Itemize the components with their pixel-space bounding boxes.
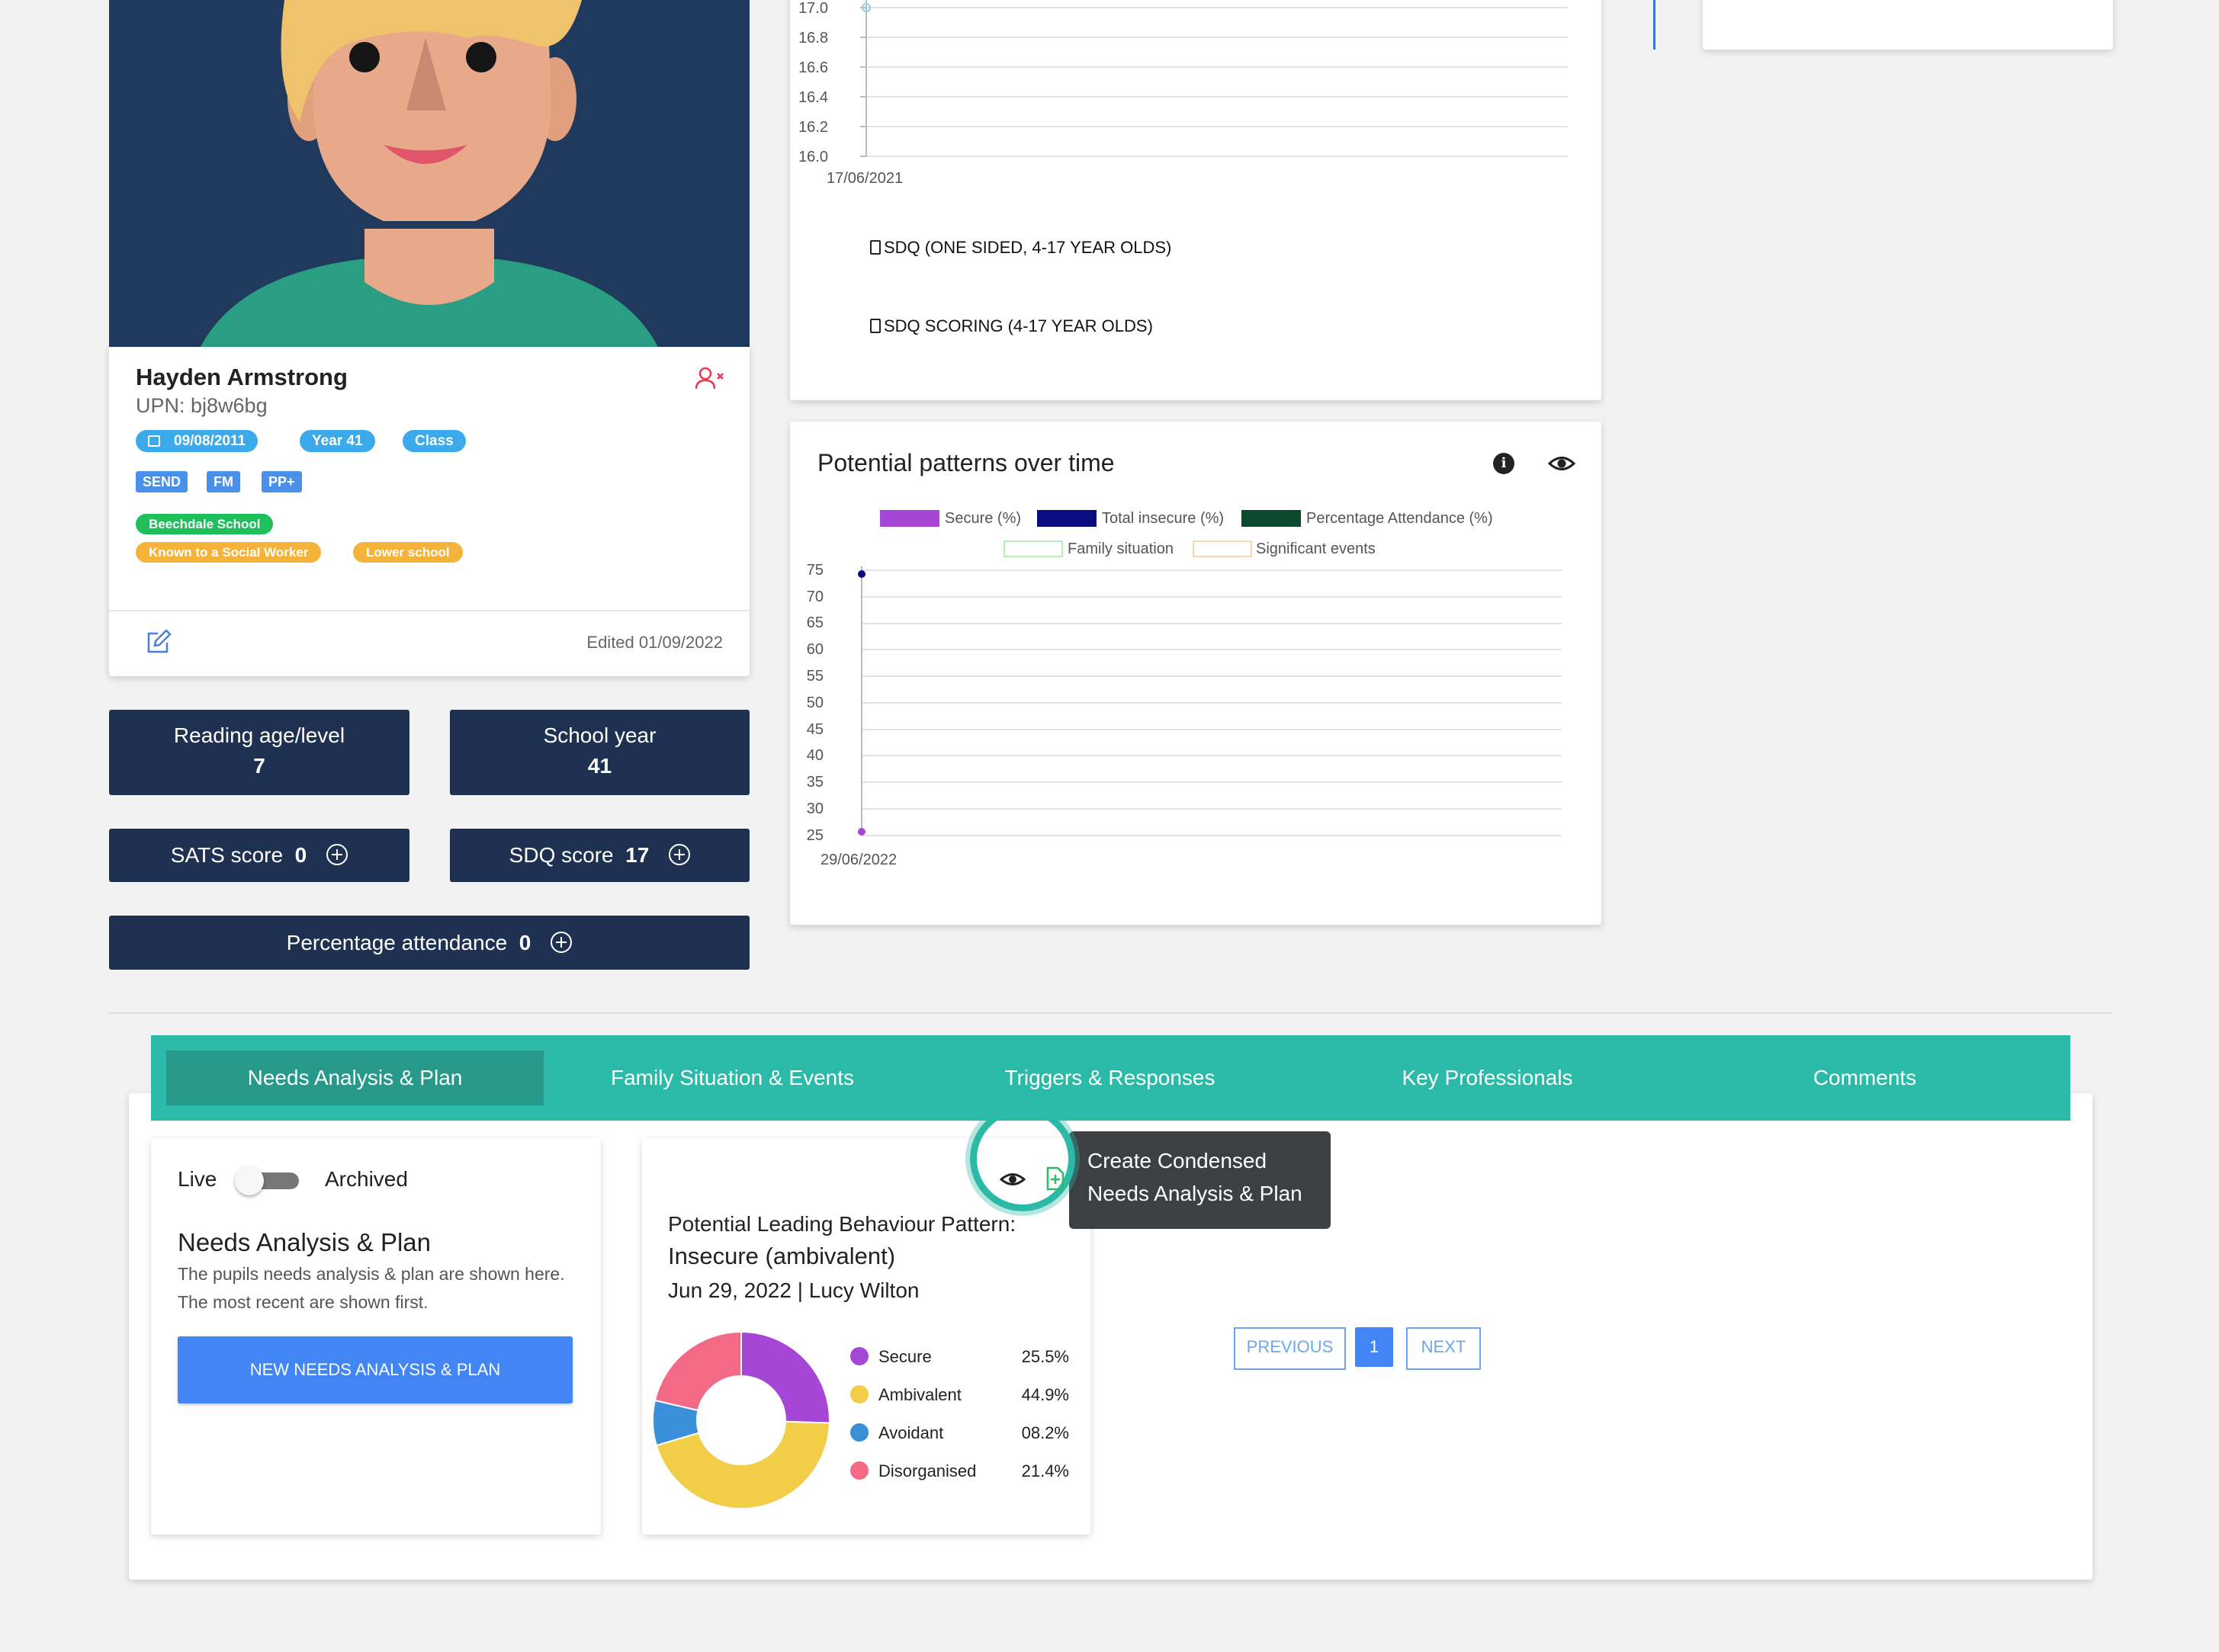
tab-comments[interactable]: Comments (1676, 1035, 2054, 1121)
plan-date-author: Jun 29, 2022 | Lucy Wilton (668, 1278, 920, 1302)
plan-heading: Potential Leading Behaviour Pattern: (668, 1212, 1016, 1236)
attendance-box: Percentage attendance 0 (109, 916, 750, 970)
pdf-icon (870, 319, 881, 333)
calendar-icon (148, 435, 160, 447)
page-1-button[interactable]: 1 (1355, 1327, 1393, 1367)
sdq-pdf-link[interactable]: SDQ (ONE SIDED, 4-17 YEAR OLDS) (870, 238, 1171, 258)
add-attendance-icon[interactable] (551, 932, 573, 953)
timeline-line (1653, 0, 1655, 50)
reading-age-box: Reading age/level 7 (109, 710, 409, 795)
pupil-upn: UPN: bj8w6bg (136, 394, 268, 417)
needs-card: Live Archived Needs Analysis & Plan The … (151, 1138, 601, 1535)
pp-badge: PP+ (262, 471, 302, 492)
send-badge: SEND (136, 471, 188, 492)
donut-slice-disorganised (653, 1330, 742, 1412)
sats-score-box: SATS score 0 (109, 829, 409, 882)
dob-badge: 09/08/2011 (136, 430, 259, 452)
section-divider (109, 1012, 2113, 1014)
remove-user-icon[interactable] (695, 366, 725, 390)
legend-value: 25.5% (1021, 1347, 1069, 1366)
add-sdq-icon[interactable] (669, 844, 691, 865)
school-year-box: School year 41 (450, 710, 750, 795)
legend-row-secure: Secure 25.5% (848, 1346, 1069, 1384)
plan-pattern: Insecure (ambivalent) (668, 1243, 896, 1269)
legend-value: 08.2% (1021, 1423, 1069, 1442)
fm-badge: FM (207, 471, 240, 492)
live-label: Live (178, 1167, 217, 1191)
archived-label: Archived (325, 1167, 408, 1191)
secure-data-point (858, 828, 865, 836)
pdf-icon (870, 240, 881, 255)
create-condensed-tooltip: Create Condensed Needs Analysis & Plan (1069, 1131, 1331, 1229)
secure-dot (850, 1347, 869, 1365)
legend-name: Disorganised (878, 1461, 977, 1480)
legend-value: 44.9% (1021, 1385, 1069, 1404)
legend-name: Avoidant (878, 1423, 944, 1442)
pupil-name: Hayden Armstrong (136, 364, 348, 390)
card-divider (109, 610, 750, 611)
tab-needs-analysis[interactable]: Needs Analysis & Plan (166, 1051, 544, 1105)
lower-school-badge: Lower school (353, 542, 463, 563)
class-badge: Class (403, 430, 466, 452)
year-badge: Year 41 (300, 430, 375, 452)
legend-value: 21.4% (1021, 1461, 1069, 1480)
legend-name: Ambivalent (878, 1385, 962, 1404)
disorganised-dot (850, 1461, 869, 1480)
create-document-icon[interactable] (1046, 1166, 1065, 1191)
view-plan-eye-icon[interactable] (999, 1169, 1026, 1189)
pattern-donut-chart (652, 1330, 830, 1509)
legend-row-avoidant: Avoidant 08.2% (848, 1422, 1069, 1460)
patterns-chart-card: Potential patterns over time i Secure (%… (790, 422, 1601, 925)
sdq-scoring-pdf-link[interactable]: SDQ SCORING (4-17 YEAR OLDS) (870, 316, 1153, 336)
school-badge: Beechdale School (136, 514, 274, 534)
social-worker-badge: Known to a Social Worker (136, 542, 322, 563)
highlight-ring (970, 1106, 1075, 1211)
live-archived-toggle[interactable] (235, 1166, 299, 1195)
needs-title: Needs Analysis & Plan (178, 1228, 432, 1256)
add-sats-icon[interactable] (326, 844, 348, 865)
sdq-plot (860, 0, 1568, 157)
edit-icon[interactable] (146, 629, 172, 655)
sdq-x-label: 17/06/2021 (827, 170, 904, 187)
new-needs-analysis-button[interactable]: NEW NEEDS ANALYSIS & PLAN (178, 1336, 573, 1403)
edited-date: Edited 01/09/2022 (586, 633, 723, 652)
avoidant-dot (850, 1423, 869, 1442)
patterns-x-label: 29/06/2022 (820, 852, 898, 868)
next-page-button[interactable]: NEXT (1406, 1327, 1481, 1370)
pie-legend: Secure 25.5% Ambivalent 44.9% Avoidant 0… (848, 1346, 1069, 1498)
tab-bar: Needs Analysis & Plan Family Situation &… (151, 1035, 2070, 1121)
profile-card: Hayden Armstrong UPN: bj8w6bg 09/08/2011… (109, 347, 750, 676)
sdq-score-box: SDQ score 17 (450, 829, 750, 882)
legend-row-ambivalent: Ambivalent 44.9% (848, 1384, 1069, 1422)
legend-name: Secure (878, 1347, 932, 1366)
tab-triggers[interactable]: Triggers & Responses (921, 1035, 1299, 1121)
donut-slice-secure (740, 1330, 830, 1424)
sidebar-card (1703, 0, 2113, 50)
previous-page-button[interactable]: PREVIOUS (1234, 1327, 1346, 1370)
tab-family-situation[interactable]: Family Situation & Events (544, 1035, 921, 1121)
tab-key-professionals[interactable]: Key Professionals (1299, 1035, 1676, 1121)
insecure-data-point (858, 570, 865, 578)
avatar (109, 0, 750, 347)
ambivalent-dot (850, 1385, 869, 1403)
patterns-plot (858, 566, 1562, 836)
needs-description: The pupils needs analysis & plan are sho… (178, 1264, 565, 1312)
legend-row-disorganised: Disorganised 21.4% (848, 1460, 1069, 1498)
sdq-chart-card: 17.0 16.8 16.6 16.4 16.2 16.0 17/06/2021… (790, 0, 1601, 400)
